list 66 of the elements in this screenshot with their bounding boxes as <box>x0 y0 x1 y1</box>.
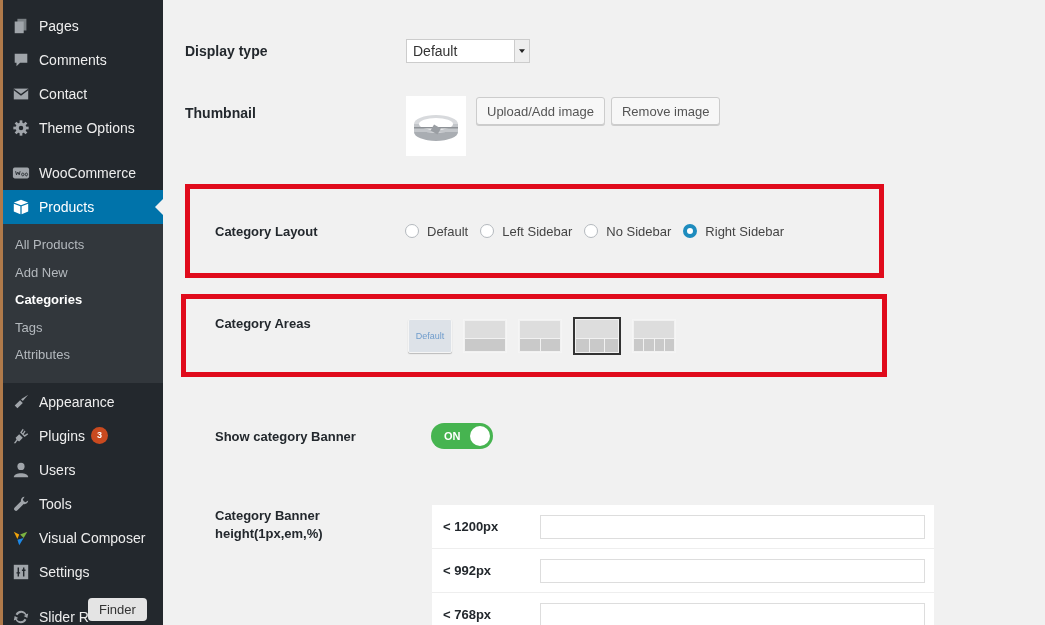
radio-circle[interactable] <box>405 224 419 238</box>
user-icon <box>12 460 30 479</box>
menu-label: Plugins <box>39 427 85 444</box>
sidebar-item[interactable]: Theme Options <box>3 111 163 145</box>
menu-label: Pages <box>39 18 79 34</box>
menu-label: Users <box>39 461 76 478</box>
field-label: Display type <box>185 43 269 59</box>
sidebar-item[interactable]: Comments <box>3 43 163 77</box>
breakpoint-label: < 1200px <box>443 519 500 534</box>
wrench-icon <box>12 494 30 513</box>
menu-label: Products <box>39 199 95 215</box>
field-label: Category Banner height(1px,em,%) <box>215 507 324 543</box>
submenu-item[interactable]: Tags <box>3 313 163 341</box>
menu-label: Contact <box>39 86 88 102</box>
menu-label: WooCommerce <box>39 165 136 181</box>
sidebar-item[interactable]: Slider R <box>3 599 91 625</box>
upload-image-button[interactable]: Upload/Add image <box>476 97 605 125</box>
menu-label: Slider R <box>39 608 89 625</box>
brush-icon <box>12 392 30 411</box>
sidebar-item[interactable]: Products <box>3 190 163 224</box>
submenu-item[interactable]: Categories <box>3 286 163 314</box>
sidebar-item[interactable]: Tools <box>3 486 163 521</box>
layout-radio[interactable]: Right Sidebar <box>683 223 785 239</box>
sliders-icon <box>12 562 30 581</box>
radio-circle[interactable] <box>683 224 698 238</box>
field-label: Category Layout <box>214 223 319 239</box>
box-icon <box>12 198 30 216</box>
current-menu-pointer-icon <box>155 199 163 215</box>
menu-label: Visual Composer <box>39 529 146 546</box>
field-label: Category Areas <box>214 315 312 333</box>
area-layout-option[interactable] <box>573 316 621 355</box>
layout-radio[interactable]: Left Sidebar <box>480 223 573 239</box>
layout-radio[interactable]: Default <box>405 223 469 239</box>
menu-label: Tools <box>39 495 72 512</box>
height-input[interactable] <box>540 602 925 625</box>
submenu-item[interactable]: Add New <box>3 258 163 286</box>
dropdown-arrow-icon <box>519 49 525 53</box>
finder-tooltip: Finder <box>88 598 147 621</box>
sidebar-item[interactable]: Appearance <box>3 384 163 419</box>
submenu-item[interactable]: Attributes <box>3 341 163 369</box>
gear-icon <box>12 119 30 137</box>
layout-radio[interactable]: No Sidebar <box>584 223 672 239</box>
menu-label: Theme Options <box>39 120 135 136</box>
display-type-select[interactable]: Default <box>406 39 530 63</box>
sidebar-item[interactable]: Contact <box>3 77 163 111</box>
sidebar-item[interactable]: WooCommerce <box>3 156 163 190</box>
field-label: Thumbnail <box>185 104 257 123</box>
sidebar-item[interactable]: Visual Composer <box>3 520 163 555</box>
menu-label: Appearance <box>39 393 115 410</box>
sidebar-item[interactable]: Users <box>3 452 163 487</box>
submenu-item[interactable]: All Products <box>3 231 163 259</box>
height-input[interactable] <box>540 558 925 583</box>
sidebar-item[interactable]: Settings <box>3 554 163 589</box>
update-count-badge: 3 <box>90 427 108 444</box>
sidebar-item[interactable]: Plugins 3 <box>3 418 163 453</box>
breakpoint-label: < 768px <box>443 607 493 622</box>
breakpoint-label: < 992px <box>443 563 493 578</box>
plug-icon <box>12 426 30 445</box>
menu-label: Settings <box>39 563 90 580</box>
remove-image-button[interactable]: Remove image <box>610 97 721 125</box>
radio-circle[interactable] <box>584 224 599 238</box>
height-input[interactable] <box>540 514 925 539</box>
menu-label: Comments <box>39 52 107 68</box>
sidebar-item[interactable]: Pages <box>3 9 163 43</box>
field-label: Show category Banner <box>215 428 357 444</box>
radio-circle[interactable] <box>480 224 495 238</box>
